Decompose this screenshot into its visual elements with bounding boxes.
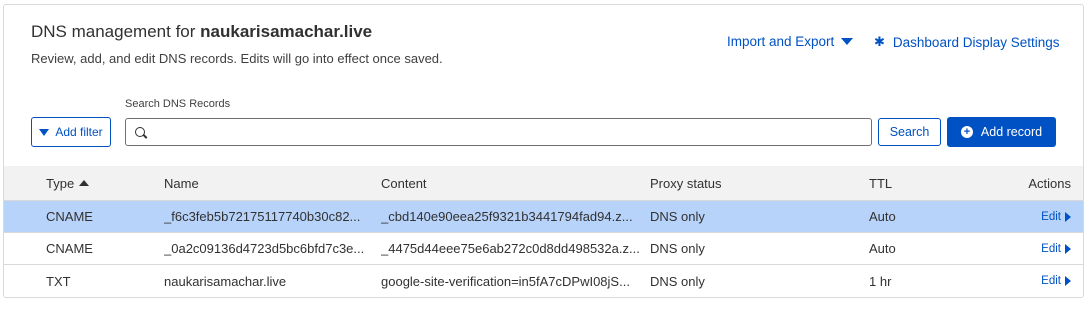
table-row[interactable]: CNAME _0a2c09136d4723d5bc6bfd7c3e... _44… — [4, 233, 1083, 265]
record-actions: Edit — [991, 265, 1071, 297]
dashboard-display-settings-link[interactable]: ✱ Dashboard Display Settings — [874, 34, 1060, 50]
record-type: CNAME — [46, 209, 93, 224]
column-header-type[interactable]: Type — [46, 166, 156, 200]
record-content: google-site-verification=in5fA7cDPwI08jS… — [381, 273, 630, 289]
search-icon — [135, 127, 145, 137]
column-header-proxy-status[interactable]: Proxy status — [650, 166, 850, 200]
record-content: _cbd140e90eea25f9321b3441794fad94.z... — [381, 209, 633, 224]
title-prefix: DNS management for — [31, 22, 196, 41]
record-type: TXT — [46, 273, 71, 289]
record-name: naukarisamachar.live — [164, 273, 287, 289]
record-ttl: 1 hr — [869, 273, 892, 289]
search-label: Search DNS Records — [125, 98, 231, 110]
column-header-name[interactable]: Name — [164, 166, 369, 200]
import-export-label: Import and Export — [727, 34, 835, 49]
edit-record-link[interactable]: Edit — [1041, 211, 1071, 223]
import-export-dropdown[interactable]: Import and Export — [727, 34, 854, 49]
record-proxy-status: DNS only — [650, 241, 705, 256]
record-content: _4475d44eee75e6ab272c0d8dd498532a.z... — [381, 241, 640, 256]
column-type-label: Type — [46, 175, 75, 191]
page-subtitle: Review, add, and edit DNS records. Edits… — [31, 51, 443, 66]
title-domain: naukarisamachar.live — [200, 22, 373, 41]
caret-right-icon — [1065, 276, 1071, 286]
edit-record-link[interactable]: Edit — [1041, 243, 1071, 255]
search-button[interactable]: Search — [878, 118, 941, 146]
record-actions: Edit — [991, 201, 1071, 232]
gear-icon: ✱ — [874, 34, 885, 49]
plus-circle-icon: + — [960, 126, 973, 138]
caret-right-icon — [1065, 211, 1071, 222]
sort-ascending-icon — [79, 180, 90, 186]
edit-label: Edit — [1041, 210, 1061, 223]
filter-icon — [39, 128, 50, 136]
record-name: _f6c3feb5b72175117740b30c82... — [164, 209, 361, 224]
add-record-button[interactable]: + Add record — [947, 117, 1056, 147]
column-header-actions: Actions — [1028, 175, 1071, 191]
dns-records-table: Type Name Content Proxy status TTL Actio… — [4, 166, 1083, 297]
dns-management-card: DNS management for naukarisamachar.live … — [3, 4, 1084, 298]
column-header-content[interactable]: Content — [381, 166, 646, 200]
edit-label: Edit — [1041, 275, 1061, 287]
add-filter-label: Add filter — [55, 125, 103, 139]
caret-right-icon — [1065, 243, 1071, 254]
search-box — [125, 118, 872, 146]
column-header-ttl[interactable]: TTL — [869, 166, 969, 200]
record-name: _0a2c09136d4723d5bc6bfd7c3e... — [164, 241, 365, 256]
record-ttl: Auto — [869, 209, 896, 224]
dashboard-settings-label: Dashboard Display Settings — [892, 34, 1060, 50]
record-proxy-status: DNS only — [650, 209, 705, 224]
record-actions: Edit — [991, 233, 1071, 264]
add-filter-button[interactable]: Add filter — [31, 117, 111, 147]
add-record-label: Add record — [980, 125, 1043, 139]
search-input[interactable] — [153, 120, 871, 144]
table-row[interactable]: TXT naukarisamachar.live google-site-ver… — [4, 265, 1083, 297]
table-header: Type Name Content Proxy status TTL Actio… — [4, 166, 1083, 201]
record-type: CNAME — [46, 241, 93, 256]
table-row[interactable]: CNAME _f6c3feb5b72175117740b30c82... _cb… — [4, 201, 1083, 233]
page-title: DNS management for naukarisamachar.live — [31, 22, 372, 42]
caret-down-icon — [841, 38, 854, 45]
edit-label: Edit — [1041, 242, 1061, 255]
record-ttl: Auto — [869, 241, 896, 256]
record-proxy-status: DNS only — [650, 273, 705, 289]
edit-record-link[interactable]: Edit — [1041, 275, 1071, 287]
